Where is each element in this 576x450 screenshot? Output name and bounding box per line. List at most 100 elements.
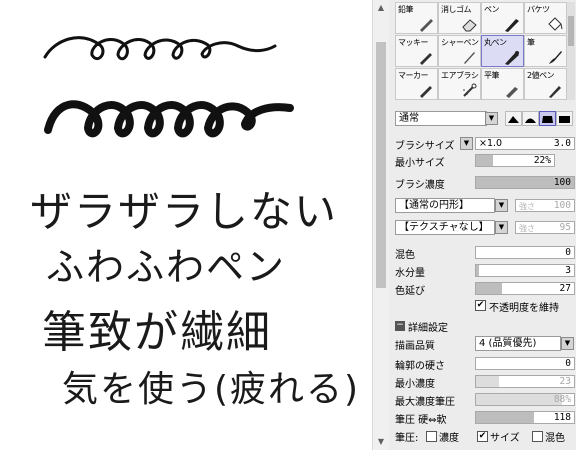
edge-hardness-row: 輪郭の硬さ 0 <box>395 356 575 372</box>
bucket-icon <box>548 17 563 31</box>
canvas-scrollbar[interactable]: ▲ ▼ <box>372 0 389 450</box>
tip-shape-flat[interactable] <box>556 111 573 126</box>
keep-opacity-row: ✔ 不透明度を維持 <box>395 298 575 314</box>
chevron-down-icon[interactable]: ▼ <box>495 199 508 212</box>
tool-grid-scroll-thumb[interactable] <box>568 16 574 46</box>
pen-icon <box>505 19 519 32</box>
advanced-settings-label: 詳細設定 <box>408 323 448 334</box>
texture-strength: 強さ 95 <box>515 221 575 234</box>
water-label: 水分量 <box>395 268 425 279</box>
brush-density-label: ブラシ濃度 <box>395 180 445 191</box>
brush-shape-value: 【通常の円形】 <box>399 200 469 211</box>
chevron-down-icon[interactable]: ▼ <box>561 337 574 350</box>
drawing-canvas[interactable]: ザラザラしない ふわふわペン 筆致が繊細 気を使う(疲れる) <box>0 0 372 450</box>
blend-mode-value: 通常 <box>399 113 419 124</box>
stretch-label: 色延び <box>395 286 425 297</box>
stretch-slider[interactable]: 27 <box>475 282 575 295</box>
brush-density-value: 100 <box>553 177 571 188</box>
quality-select[interactable]: 4 (品質優先) <box>475 336 561 351</box>
tool-label: 消しゴム <box>441 5 472 14</box>
quality-label: 描画品質 <box>395 341 435 352</box>
tool-round-pen[interactable]: 丸ペン <box>481 35 524 67</box>
check-icon: ✔ <box>476 300 485 310</box>
tip-shape-soft[interactable] <box>539 111 556 126</box>
tool-marker[interactable]: マーカー <box>395 68 438 100</box>
tool-binary-pen[interactable]: 2値ペン <box>524 68 567 100</box>
pressure-mix-checkbox[interactable] <box>532 431 543 442</box>
tip-shape-hard[interactable] <box>505 111 522 126</box>
slider-fill <box>476 283 503 294</box>
edge-hardness-slider[interactable]: 0 <box>475 357 575 370</box>
water-slider[interactable]: 3 <box>475 264 575 277</box>
quality-row: 描画品質 4 (品質優先) ▼ <box>395 336 575 352</box>
airbrush-icon <box>463 83 477 97</box>
tool-label: マーカー <box>398 71 429 80</box>
tool-brush[interactable]: 筆 <box>524 35 567 67</box>
tool-airbrush[interactable]: エアブラシ <box>438 68 481 100</box>
brush-shape-strength: 強さ 100 <box>515 199 575 212</box>
brush-shape-select[interactable]: 【通常の円形】 <box>395 198 495 213</box>
chevron-down-icon[interactable]: ▼ <box>460 137 473 150</box>
brush-size-row: ブラシサイズ ▼ ×1.0 3.0 <box>395 136 575 152</box>
collapse-minus-icon[interactable]: − <box>395 321 405 331</box>
tool-label: エアブラシ <box>441 71 479 80</box>
water-value: 3 <box>565 265 571 276</box>
strength-label: 強さ <box>519 224 535 233</box>
brush-icon <box>549 51 562 64</box>
tool-flat-brush[interactable]: 平筆 <box>481 68 524 100</box>
min-density-label: 最小濃度 <box>395 379 435 390</box>
stretch-row: 色延び 27 <box>395 281 575 297</box>
min-density-slider[interactable]: 23 <box>475 375 575 388</box>
handwriting-line-3: 筆致が繊細 <box>42 307 272 358</box>
mix-row: 混色 0 <box>395 245 575 261</box>
pressure-options-row: 筆圧: 濃度 ✔ サイズ 混色 <box>395 428 575 444</box>
pressure-size-checkbox[interactable]: ✔ <box>477 431 488 442</box>
tool-mackie[interactable]: マッキー <box>395 35 438 67</box>
strength-label: 強さ <box>519 202 535 211</box>
brush-tool-panel: 鉛筆 消しゴム ペン バケツ マッキー シャーペン 丸ペン 筆 マーカー エアブ… <box>389 0 576 450</box>
handwriting-line-1: ザラザラしない <box>30 187 339 236</box>
chevron-down-icon[interactable]: ▼ <box>485 112 498 125</box>
scroll-up-arrow-icon[interactable]: ▲ <box>373 0 389 16</box>
scroll-thumb[interactable] <box>376 42 386 288</box>
blend-mode-select[interactable]: 通常 <box>395 111 487 126</box>
tool-pen[interactable]: ペン <box>481 2 524 34</box>
max-density-pressure-label: 最大濃度筆圧 <box>395 397 455 408</box>
tool-label: マッキー <box>398 38 429 47</box>
pressure-label: 筆圧: <box>395 433 419 444</box>
chevron-down-icon[interactable]: ▼ <box>495 221 508 234</box>
brush-size-value: 3.0 <box>553 138 571 149</box>
tool-label: 平筆 <box>484 71 500 80</box>
pressure-hardness-label: 筆圧 硬⇔軟 <box>395 415 447 426</box>
tool-grid-scrollbar[interactable] <box>567 2 575 100</box>
max-density-pressure-value: 88% <box>553 394 571 405</box>
min-density-row: 最小濃度 23 <box>395 374 575 390</box>
handwriting-line-2: ふわふわペン <box>46 245 287 289</box>
tool-bucket[interactable]: バケツ <box>524 2 567 34</box>
quality-value: 4 (品質優先) <box>479 338 537 349</box>
tool-mechanical-pencil[interactable]: シャーペン <box>438 35 481 67</box>
texture-select[interactable]: 【テクスチャなし】 <box>395 220 495 235</box>
advanced-settings-header[interactable]: − 詳細設定 <box>395 318 575 334</box>
tool-pencil[interactable]: 鉛筆 <box>395 2 438 34</box>
tool-label: シャーペン <box>441 38 479 47</box>
min-size-value: 22% <box>533 155 551 166</box>
tool-label: バケツ <box>527 5 550 14</box>
tool-label: 2値ペン <box>527 71 555 80</box>
slider-fill <box>476 155 494 166</box>
tool-eraser[interactable]: 消しゴム <box>438 2 481 34</box>
pressure-density-checkbox[interactable] <box>426 431 437 442</box>
tip-shape-round[interactable] <box>522 111 539 126</box>
keep-opacity-checkbox[interactable]: ✔ <box>475 300 486 311</box>
brush-density-slider[interactable]: 100 <box>475 176 575 189</box>
marker-icon <box>420 86 432 98</box>
keep-opacity-label: 不透明度を維持 <box>489 303 559 314</box>
brush-size-slider[interactable]: ×1.0 3.0 <box>475 137 575 150</box>
mix-slider[interactable]: 0 <box>475 246 575 259</box>
min-size-slider[interactable]: 22% <box>475 154 555 167</box>
pressure-hardness-value: 118 <box>553 412 571 423</box>
brush-size-label: ブラシサイズ <box>395 141 455 152</box>
scroll-down-arrow-icon[interactable]: ▼ <box>373 434 389 450</box>
max-density-pressure-slider[interactable]: 88% <box>475 393 575 406</box>
pressure-hardness-slider[interactable]: 118 <box>475 411 575 424</box>
